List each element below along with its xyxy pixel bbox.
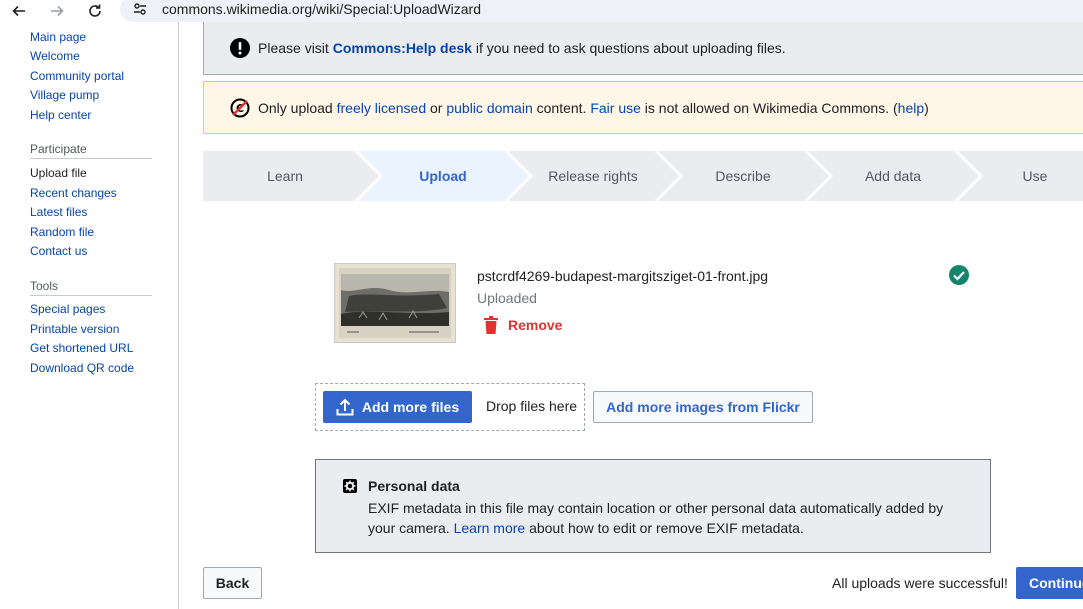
sidebar: Main page Welcome Community portal Villa…: [0, 22, 179, 609]
personal-data-text-2: about how to edit or remove EXIF metadat…: [525, 520, 804, 536]
sidebar-heading-tools: Tools: [30, 279, 59, 293]
sidebar-item-special-pages[interactable]: Special pages: [30, 302, 105, 316]
back-arrow-icon[interactable]: [8, 0, 30, 22]
help-notice-suffix: if you need to ask questions about uploa…: [475, 40, 786, 56]
remove-label: Remove: [508, 317, 563, 333]
upload-success-message: All uploads were successful!: [832, 575, 1008, 591]
sidebar-item-main-page[interactable]: Main page: [30, 30, 86, 44]
sidebar-item-community-portal[interactable]: Community portal: [30, 69, 124, 83]
license-help-link[interactable]: help: [898, 100, 924, 116]
personal-data-notice: Personal data EXIF metadata in this file…: [315, 459, 991, 553]
browser-toolbar: commons.wikimedia.org/wiki/Special:Uploa…: [0, 0, 1083, 22]
step-release-rights: Release rights: [548, 168, 638, 184]
file-status: Uploaded: [477, 290, 537, 306]
no-copyright-icon: C: [230, 98, 250, 117]
sidebar-heading-participate: Participate: [30, 142, 87, 156]
fair-use-link[interactable]: Fair use: [590, 100, 641, 116]
sidebar-item-qr-code[interactable]: Download QR code: [30, 361, 134, 375]
step-upload: Upload: [419, 168, 467, 184]
upload-wizard-steps: Learn Upload Release rights Describe Add…: [203, 151, 1083, 201]
add-more-files-button[interactable]: Add more files: [323, 391, 472, 423]
site-settings-icon[interactable]: [132, 1, 148, 17]
sidebar-item-shortened-url[interactable]: Get shortened URL: [30, 341, 133, 355]
upload-icon: [336, 398, 354, 416]
help-desk-notice: Please visit Commons:Help desk if you ne…: [203, 22, 1083, 75]
reload-icon[interactable]: [84, 0, 106, 22]
step-learn: Learn: [267, 168, 303, 184]
remove-file-button[interactable]: Remove: [483, 316, 562, 334]
sidebar-item-printable-version[interactable]: Printable version: [30, 322, 119, 336]
public-domain-link[interactable]: public domain: [446, 100, 532, 116]
sidebar-item-village-pump[interactable]: Village pump: [30, 88, 99, 102]
personal-data-text: EXIF metadata in this file may contain l…: [368, 498, 968, 538]
sidebar-item-recent-changes[interactable]: Recent changes: [30, 186, 117, 200]
license-text-2: or: [426, 99, 447, 116]
license-text-5: ): [924, 99, 929, 116]
file-thumbnail: [334, 263, 456, 343]
learn-more-link[interactable]: Learn more: [454, 520, 526, 536]
add-more-files-label: Add more files: [361, 399, 460, 415]
step-describe: Describe: [715, 168, 771, 184]
personal-data-title: Personal data: [368, 478, 460, 494]
sidebar-item-welcome[interactable]: Welcome: [30, 49, 80, 63]
drop-files-text: Drop files here: [486, 398, 578, 414]
sidebar-item-help-center[interactable]: Help center: [30, 108, 91, 122]
file-name: pstcrdf4269-budapest-margitsziget-01-fro…: [477, 268, 769, 284]
success-check-icon: [949, 265, 969, 285]
continue-button[interactable]: Continue: [1016, 567, 1083, 599]
settings-gear-icon: [343, 479, 357, 493]
license-text-1: Only upload: [258, 99, 337, 116]
url-text: commons.wikimedia.org/wiki/Special:Uploa…: [162, 1, 481, 17]
address-bar[interactable]: commons.wikimedia.org/wiki/Special:Uploa…: [120, 0, 1083, 22]
step-add-data: Add data: [864, 168, 922, 184]
sidebar-item-upload-file[interactable]: Upload file: [30, 166, 87, 180]
sidebar-divider: [30, 158, 152, 159]
back-button[interactable]: Back: [203, 567, 262, 599]
help-desk-link[interactable]: Commons:Help desk: [333, 40, 472, 56]
license-notice: C Only upload freely licensed or public …: [203, 81, 1083, 134]
continue-label: Continue: [1029, 575, 1083, 591]
exclamation-icon: [230, 38, 250, 58]
step-use: Use: [1022, 168, 1048, 184]
add-from-flickr-button[interactable]: Add more images from Flickr: [593, 391, 813, 423]
sidebar-item-latest-files[interactable]: Latest files: [30, 205, 87, 219]
license-text-4: is not allowed on Wikimedia Commons. (: [640, 99, 898, 116]
forward-arrow-icon[interactable]: [46, 0, 68, 22]
sidebar-divider: [30, 295, 152, 296]
sidebar-item-contact-us[interactable]: Contact us: [30, 244, 87, 258]
help-notice-prefix: Please visit: [258, 40, 329, 56]
sidebar-item-random-file[interactable]: Random file: [30, 225, 94, 239]
trash-icon: [484, 316, 498, 334]
freely-licensed-link[interactable]: freely licensed: [337, 100, 427, 116]
license-text-3: content.: [532, 99, 591, 116]
